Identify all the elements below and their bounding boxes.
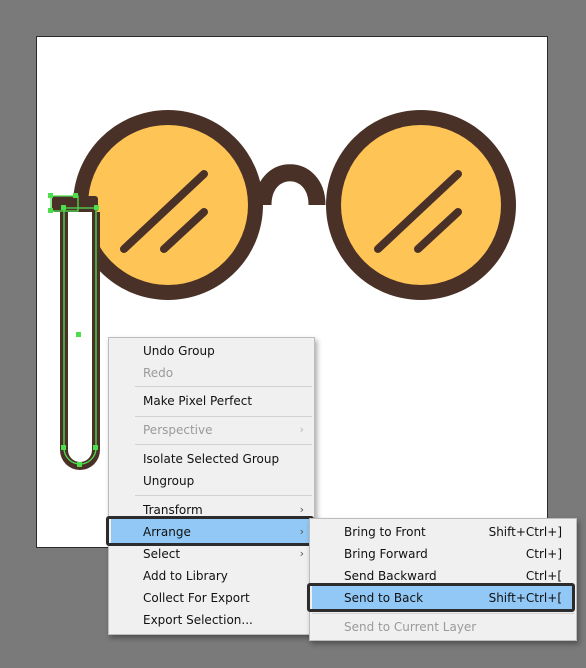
menu-item-select[interactable]: Select › xyxy=(109,543,314,565)
submenu-item-label: Send Backward xyxy=(344,569,437,583)
menu-item-label: Transform xyxy=(143,503,203,517)
menu-item-label: Ungroup xyxy=(143,474,195,488)
menu-item-ungroup[interactable]: Ungroup xyxy=(109,470,314,492)
menu-item-label: Export Selection... xyxy=(143,613,253,627)
menu-item-add-to-library[interactable]: Add to Library xyxy=(109,565,314,587)
menu-item-label: Add to Library xyxy=(143,569,228,583)
menu-item-label: Collect For Export xyxy=(143,591,250,605)
menu-separator xyxy=(135,416,312,417)
glasses-bridge[interactable] xyxy=(254,164,326,206)
menu-separator xyxy=(135,386,312,387)
submenu-item-label: Send to Current Layer xyxy=(344,620,477,634)
submenu-item-label: Bring to Front xyxy=(344,525,426,539)
menu-item-label: Select xyxy=(143,547,181,561)
chevron-right-icon: › xyxy=(299,423,304,436)
submenu-item-send-to-current-layer[interactable]: Send to Current Layer xyxy=(310,616,576,638)
temple-hinge[interactable] xyxy=(52,196,98,212)
submenu-item-label: Bring Forward xyxy=(344,547,428,561)
submenu-item-bring-forward[interactable]: Bring Forward Ctrl+] xyxy=(310,543,576,565)
menu-item-export-selection[interactable]: Export Selection... xyxy=(109,609,314,631)
shortcut-label: Shift+Ctrl+] xyxy=(488,525,562,539)
menu-item-perspective[interactable]: Perspective › xyxy=(109,419,314,441)
context-menu: Undo Group Redo Make Pixel Perfect Persp… xyxy=(108,337,315,635)
menu-item-isolate-selected-group[interactable]: Isolate Selected Group xyxy=(109,448,314,470)
menu-item-label: Redo xyxy=(143,366,174,380)
menu-item-label: Isolate Selected Group xyxy=(143,452,280,466)
menu-item-label: Perspective xyxy=(143,423,213,437)
menu-item-make-pixel-perfect[interactable]: Make Pixel Perfect xyxy=(109,390,314,412)
send-to-back-focus-outline xyxy=(307,583,575,612)
arrange-submenu: Bring to Front Shift+Ctrl+] Bring Forwar… xyxy=(309,518,577,641)
menu-separator xyxy=(312,613,574,614)
menu-item-undo-group[interactable]: Undo Group xyxy=(109,340,314,362)
arrange-focus-outline xyxy=(106,516,314,546)
submenu-item-bring-to-front[interactable]: Bring to Front Shift+Ctrl+] xyxy=(310,521,576,543)
menu-item-collect-for-export[interactable]: Collect For Export xyxy=(109,587,314,609)
menu-separator xyxy=(135,495,312,496)
menu-item-redo[interactable]: Redo xyxy=(109,362,314,384)
menu-item-label: Make Pixel Perfect xyxy=(143,394,253,408)
menu-separator xyxy=(135,444,312,445)
chevron-right-icon: › xyxy=(299,547,304,560)
menu-item-label: Undo Group xyxy=(143,344,215,358)
shortcut-label: Ctrl+] xyxy=(525,547,562,561)
